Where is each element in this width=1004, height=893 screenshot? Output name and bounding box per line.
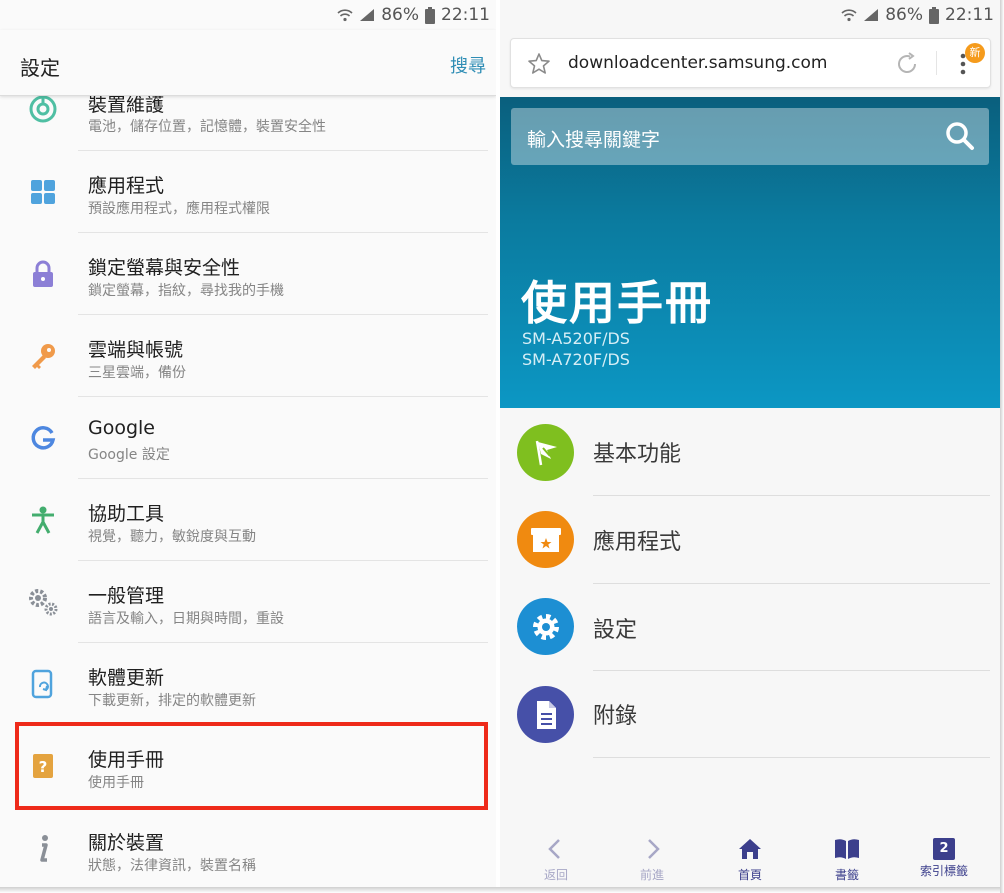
address-bar-divider <box>936 51 937 75</box>
search-icon[interactable] <box>945 121 975 151</box>
nav-label: 前進 <box>639 868 664 882</box>
forward-arrow-icon <box>648 839 660 859</box>
settings-item-title: 鎖定螢幕與安全性 <box>88 257 241 279</box>
gear-icon <box>517 598 574 655</box>
model-number: SM-A520F/DS <box>522 329 630 348</box>
accessibility-icon <box>26 503 60 537</box>
app-box-icon <box>517 511 574 568</box>
clock: 22:11 <box>441 5 490 25</box>
signal-icon <box>864 9 879 21</box>
browser-screen: 86% 22:11 downloadcenter.samsung.com 新 輸… <box>500 0 1000 887</box>
star-icon[interactable] <box>527 52 551 76</box>
wifi-icon <box>337 9 353 22</box>
frame-shadow <box>1000 0 1004 893</box>
manual-hero-banner: 輸入搜尋關鍵字 使用手冊 SM-A520F/DS SM-A720F/DS <box>500 97 1000 408</box>
battery-icon <box>425 6 435 24</box>
status-bar: 86% 22:11 <box>841 0 1000 30</box>
settings-item-cloud-accounts[interactable]: 雲端與帳號 三星雲端，備份 <box>0 315 496 397</box>
home-button[interactable]: 首頁 <box>710 838 790 883</box>
menu-item-label: 設定 <box>593 618 638 643</box>
settings-item-software-update[interactable]: 軟體更新 下載更新，排定的軟體更新 <box>0 643 496 725</box>
settings-item-google[interactable]: Google Google 設定 <box>0 397 496 479</box>
settings-header: 設定 搜尋 <box>0 30 496 96</box>
battery-percent: 86% <box>381 5 419 25</box>
settings-item-title: 關於裝置 <box>88 832 165 854</box>
settings-item-subtitle: Google 設定 <box>88 447 170 463</box>
flag-icon <box>517 424 574 481</box>
key-icon <box>26 339 60 373</box>
frame-shadow <box>0 887 1004 893</box>
device-maintenance-icon <box>26 92 60 126</box>
wifi-icon <box>841 9 857 22</box>
clock: 22:11 <box>945 5 994 25</box>
settings-item-subtitle: 語言及輸入，日期與時間，重設 <box>88 611 284 627</box>
manual-search-box[interactable]: 輸入搜尋關鍵字 <box>511 108 989 165</box>
settings-item-title: 一般管理 <box>88 585 165 607</box>
settings-item-title: 雲端與帳號 <box>88 339 184 361</box>
settings-screen: 裝置維護 電池，儲存位置，記憶體，裝置安全性 應用程式 預設應用程式，應用程式權… <box>0 0 496 887</box>
menu-item-basic-features[interactable]: 基本功能 <box>500 408 1000 496</box>
settings-item-about-device[interactable]: 關於裝置 狀態，法律資訊，裝置名稱 <box>0 808 496 887</box>
apps-grid-icon <box>26 175 60 209</box>
settings-item-subtitle: 電池，儲存位置，記憶體，裝置安全性 <box>88 119 326 135</box>
settings-item-title: 協助工具 <box>88 503 165 525</box>
bookmarks-button[interactable]: 書籤 <box>807 838 887 883</box>
settings-item-accessibility[interactable]: 協助工具 視覺，聽力，敏銳度與互動 <box>0 479 496 561</box>
settings-item-subtitle: 三星雲端，備份 <box>88 365 186 381</box>
forward-button[interactable]: 前進 <box>612 838 692 883</box>
highlight-annotation-box <box>15 722 488 810</box>
model-number: SM-A720F/DS <box>522 350 630 369</box>
menu-item-settings[interactable]: 設定 <box>500 584 1000 672</box>
status-bar: 86% 22:11 <box>0 0 496 30</box>
software-update-icon <box>26 667 60 701</box>
search-button[interactable]: 搜尋 <box>450 52 486 78</box>
settings-item-title: 軟體更新 <box>88 667 165 689</box>
document-icon <box>517 686 574 743</box>
tabs-icon: 2 <box>933 838 955 860</box>
settings-item-title: 應用程式 <box>88 175 165 197</box>
bookmark-book-icon <box>835 839 859 859</box>
nav-label: 首頁 <box>737 868 762 882</box>
signal-icon <box>360 9 375 21</box>
browser-bottom-nav: 返回 前進 首頁 書籤 2 索引標籤 <box>500 832 1000 887</box>
nav-label: 書籤 <box>834 868 859 882</box>
settings-item-subtitle: 預設應用程式，應用程式權限 <box>88 201 270 217</box>
list-divider <box>593 757 990 758</box>
settings-item-apps[interactable]: 應用程式 預設應用程式，應用程式權限 <box>0 151 496 233</box>
url-text[interactable]: downloadcenter.samsung.com <box>568 53 827 73</box>
nav-label: 返回 <box>543 868 568 882</box>
menu-item-label: 應用程式 <box>593 530 682 555</box>
menu-item-label: 附錄 <box>593 704 638 729</box>
new-badge: 新 <box>965 43 985 63</box>
settings-item-subtitle: 下載更新，排定的軟體更新 <box>88 693 256 709</box>
battery-icon <box>929 6 939 24</box>
info-icon <box>26 832 60 866</box>
back-button[interactable]: 返回 <box>516 838 596 883</box>
gears-icon <box>26 585 60 619</box>
settings-item-general-management[interactable]: 一般管理 語言及輸入，日期與時間，重設 <box>0 561 496 643</box>
search-placeholder: 輸入搜尋關鍵字 <box>527 129 661 151</box>
menu-item-apps[interactable]: 應用程式 <box>500 496 1000 584</box>
lock-icon <box>26 257 60 291</box>
menu-item-label: 基本功能 <box>593 442 682 467</box>
page-title: 使用手冊 <box>521 276 713 330</box>
settings-item-title: Google <box>88 417 156 439</box>
back-arrow-icon <box>548 839 560 859</box>
menu-item-appendix[interactable]: 附錄 <box>500 670 1000 758</box>
settings-item-lock-screen[interactable]: 鎖定螢幕與安全性 鎖定螢幕，指紋，尋找我的手機 <box>0 233 496 315</box>
reload-icon[interactable] <box>894 51 920 77</box>
address-bar[interactable]: downloadcenter.samsung.com 新 <box>510 38 991 88</box>
home-icon <box>739 839 761 859</box>
page-title: 設定 <box>20 56 60 80</box>
settings-item-subtitle: 狀態，法律資訊，裝置名稱 <box>88 858 256 874</box>
settings-item-subtitle: 鎖定螢幕，指紋，尋找我的手機 <box>88 283 284 299</box>
google-icon <box>26 421 60 455</box>
tabs-button[interactable]: 2 索引標籤 <box>904 838 984 879</box>
battery-percent: 86% <box>885 5 923 25</box>
nav-label: 索引標籤 <box>919 864 968 878</box>
screenshot-frame: 裝置維護 電池，儲存位置，記憶體，裝置安全性 應用程式 預設應用程式，應用程式權… <box>0 0 1004 893</box>
settings-item-subtitle: 視覺，聽力，敏銳度與互動 <box>88 529 256 545</box>
